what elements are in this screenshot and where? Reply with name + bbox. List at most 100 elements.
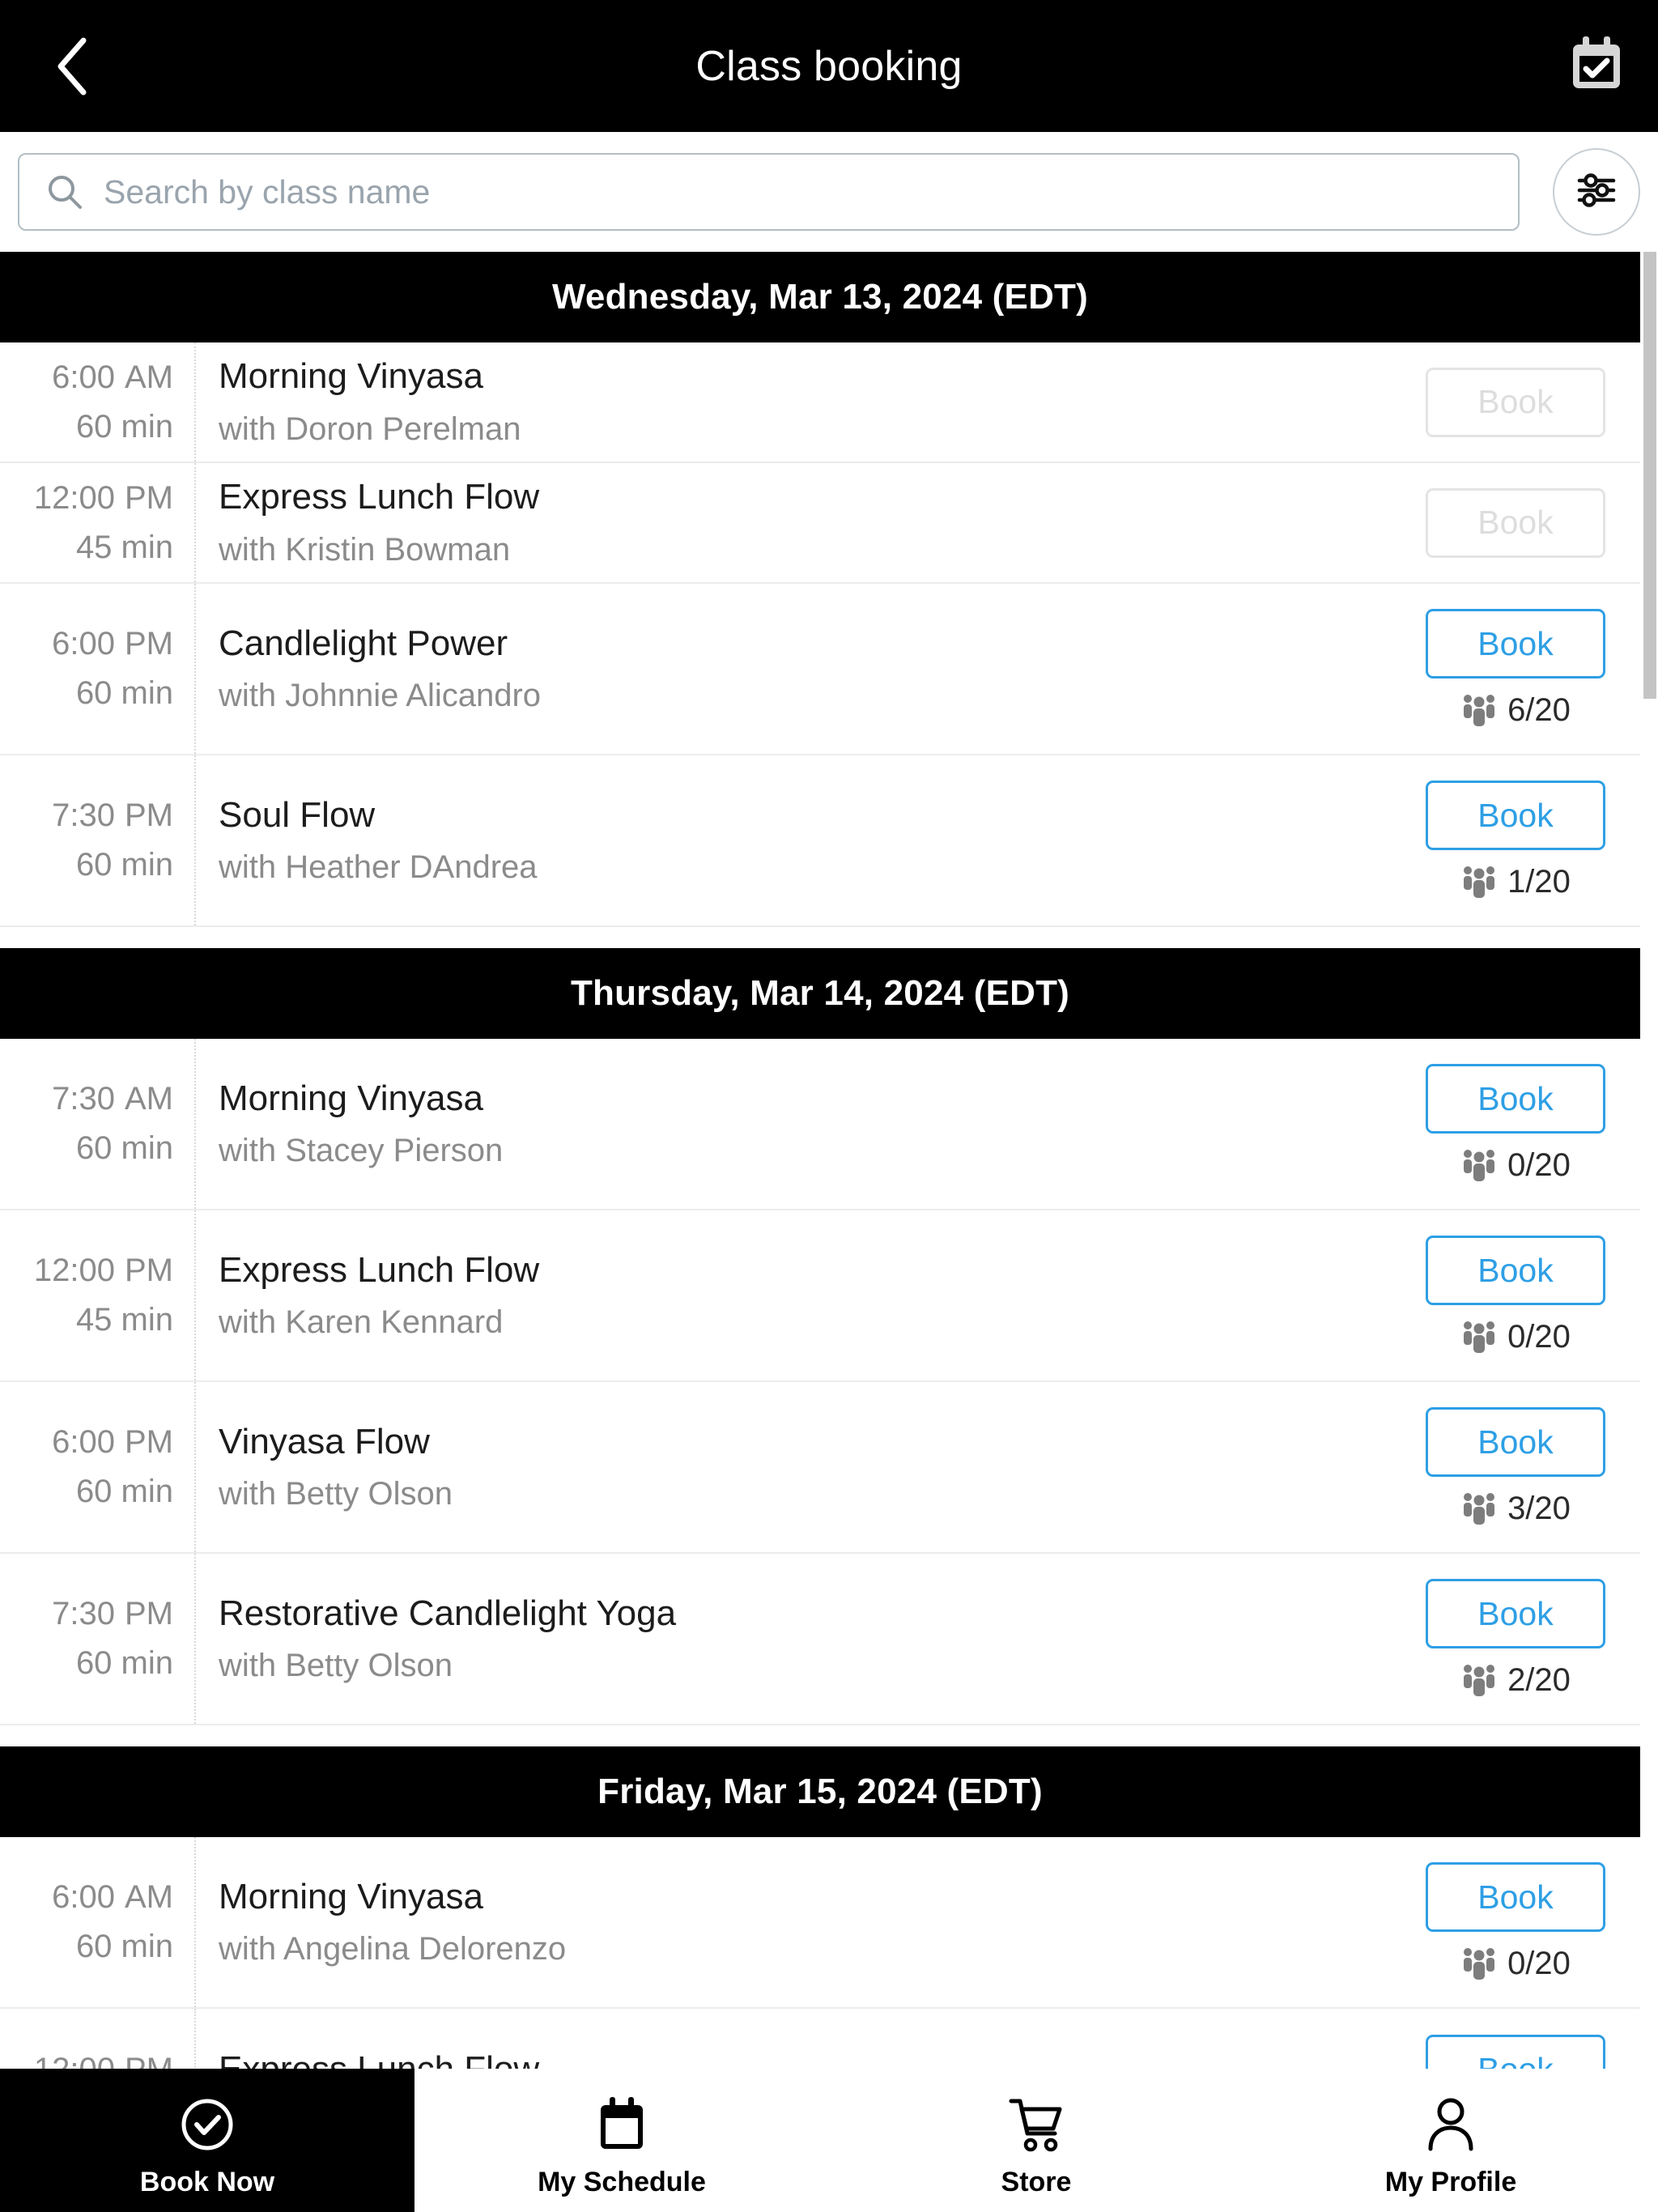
class-info-column: Soul Flow with Heather DAndrea bbox=[196, 755, 1397, 925]
class-capacity-value: 3/20 bbox=[1507, 1490, 1571, 1526]
class-name: Express Lunch Flow bbox=[219, 2049, 1397, 2069]
class-time-meridiem: AM bbox=[125, 359, 173, 395]
nav-item-label: My Schedule bbox=[538, 2166, 706, 2197]
class-action-column: Book 0/20 bbox=[1397, 1039, 1640, 1209]
class-row[interactable]: 7:30 AM 60 min Morning Vinyasa with Stacey P… bbox=[0, 1039, 1640, 1210]
class-duration: 60 min bbox=[75, 1130, 173, 1166]
nav-item-label: My Profile bbox=[1384, 2166, 1517, 2197]
scrollbar-track[interactable] bbox=[1642, 252, 1658, 2069]
class-action-column: Book 0/20 bbox=[1397, 1837, 1640, 2007]
class-time: 7:30 PM bbox=[52, 798, 173, 834]
class-time-meridiem: PM bbox=[125, 2052, 173, 2069]
day-header: Friday, Mar 15, 2024 (EDT) bbox=[0, 1746, 1640, 1837]
book-button[interactable]: Book bbox=[1426, 1862, 1605, 1932]
search-icon bbox=[45, 172, 84, 211]
class-name: Express Lunch Flow bbox=[219, 1249, 540, 1290]
class-time: 12:00 PM bbox=[34, 2052, 173, 2069]
class-info-column: Morning Vinyasa with Stacey Pierson bbox=[196, 1039, 1397, 1209]
class-name: Candlelight Power bbox=[219, 623, 508, 663]
class-row[interactable]: 7:30 PM 60 min Restorative Candlelight Yoga… bbox=[0, 1554, 1640, 1725]
people-group-icon bbox=[1460, 863, 1498, 900]
class-time-value: 6:00 bbox=[52, 1424, 115, 1460]
class-instructor: with Heather DAndrea bbox=[219, 849, 538, 886]
class-instructor: with Angelina Delorenzo bbox=[219, 1931, 567, 1967]
class-capacity: 6/20 bbox=[1460, 691, 1571, 729]
class-capacity: 0/20 bbox=[1460, 1945, 1571, 1982]
calendar-check-button[interactable] bbox=[1558, 28, 1635, 105]
class-capacity: 3/20 bbox=[1460, 1490, 1571, 1527]
class-duration: 60 min bbox=[75, 408, 173, 445]
book-button[interactable]: Book bbox=[1426, 1064, 1605, 1134]
class-time-column: 6:00 AM 60 min bbox=[0, 1837, 196, 2007]
class-row[interactable]: 6:00 AM 60 min Morning Vinyasa with Doron Pe… bbox=[0, 342, 1640, 463]
book-button[interactable]: Book bbox=[1426, 1236, 1605, 1305]
class-time: 12:00 PM bbox=[34, 1253, 173, 1289]
day-gap bbox=[0, 1725, 1640, 1746]
class-name: Restorative Candlelight Yoga bbox=[219, 1593, 677, 1633]
class-instructor: with Kristin Bowman bbox=[219, 531, 511, 568]
book-button[interactable]: Book bbox=[1426, 1407, 1605, 1477]
scrollbar-thumb[interactable] bbox=[1643, 252, 1656, 699]
class-duration: 60 min bbox=[75, 1929, 173, 1964]
class-row[interactable]: 12:00PM45 minExpress Lunch Flowwith Coll… bbox=[0, 2009, 1640, 2069]
class-name: Morning Vinyasa bbox=[219, 1876, 483, 1916]
class-instructor: with Betty Olson bbox=[219, 1648, 453, 1684]
nav-item-my-profile[interactable]: My Profile bbox=[1244, 2069, 1658, 2212]
class-capacity-value: 1/20 bbox=[1507, 863, 1571, 900]
class-time: 6:00 PM bbox=[52, 1424, 173, 1461]
people-group-icon bbox=[1460, 1945, 1498, 1982]
search-input[interactable]: Search by class name bbox=[18, 153, 1520, 231]
class-time-value: 12:00 bbox=[33, 1253, 115, 1288]
nav-item-my-schedule[interactable]: My Schedule bbox=[414, 2069, 829, 2212]
people-group-icon bbox=[1460, 1490, 1498, 1527]
class-capacity-value: 2/20 bbox=[1507, 1661, 1571, 1698]
book-button[interactable]: Book bbox=[1426, 609, 1605, 678]
class-info-column: Morning Vinyasa with Angelina Delorenzo bbox=[196, 1837, 1397, 2007]
class-instructor: with Johnnie Alicandro bbox=[219, 678, 542, 714]
class-time-column: 6:00 PM 60 min bbox=[0, 584, 196, 754]
class-name: Morning Vinyasa bbox=[219, 356, 483, 397]
class-row[interactable]: 6:00 AM 60 min Morning Vinyasa with Angelina… bbox=[0, 1837, 1640, 2009]
class-time-column: 12:00 PM 45 min bbox=[0, 463, 196, 582]
class-time-meridiem: PM bbox=[125, 479, 173, 516]
class-time-column: 7:30 PM 60 min bbox=[0, 1554, 196, 1724]
class-action-column: Book 0/20 bbox=[1397, 1210, 1640, 1380]
filter-button[interactable] bbox=[1553, 148, 1640, 236]
filter-sliders-icon bbox=[1575, 168, 1618, 216]
class-action-column: Book bbox=[1397, 463, 1640, 582]
class-row[interactable]: 7:30 PM 60 min Soul Flow with Heather DAndre… bbox=[0, 755, 1640, 927]
class-time: 6:00 PM bbox=[52, 626, 173, 662]
class-info-column: Express Lunch Flow with Karen Kennard bbox=[196, 1210, 1397, 1380]
day-gap bbox=[0, 927, 1640, 948]
book-button: Book bbox=[1426, 367, 1605, 437]
class-row[interactable]: 6:00 PM 60 min Vinyasa Flow with Betty Olson… bbox=[0, 1382, 1640, 1554]
class-time-meridiem: AM bbox=[125, 1081, 173, 1117]
book-button[interactable]: Book bbox=[1426, 781, 1605, 850]
class-row[interactable]: 6:00 PM 60 min Candlelight Power with Johnni… bbox=[0, 584, 1640, 755]
nav-item-book-now[interactable]: Book Now bbox=[0, 2069, 414, 2212]
class-duration: 60 min bbox=[75, 1474, 173, 1509]
people-group-icon bbox=[1460, 1318, 1498, 1355]
book-button[interactable]: Book bbox=[1426, 1579, 1605, 1648]
class-info-column: Express Lunch Flow with Kristin Bowman bbox=[196, 463, 1397, 582]
class-info-column: Restorative Candlelight Yoga with Betty O… bbox=[196, 1554, 1397, 1724]
class-row[interactable]: 12:00 PM 45 min Express Lunch Flow with Kare… bbox=[0, 1210, 1640, 1382]
class-info-column: Express Lunch Flowwith Colleen Ernst bbox=[196, 2009, 1397, 2069]
class-info-column: Candlelight Power with Johnnie Alicandro bbox=[196, 584, 1397, 754]
class-capacity-value: 6/20 bbox=[1507, 691, 1571, 728]
class-row[interactable]: 12:00 PM 45 min Express Lunch Flow with Kris… bbox=[0, 463, 1640, 584]
schedule-scroll-area[interactable]: Wednesday, Mar 13, 2024 (EDT) 6:00 AM 60 mi… bbox=[0, 252, 1658, 2069]
class-capacity-value: 0/20 bbox=[1507, 1146, 1571, 1183]
class-time: 6:00 AM bbox=[52, 359, 173, 396]
class-time-value: 6:00 bbox=[52, 626, 115, 661]
people-group-icon bbox=[1460, 1661, 1498, 1699]
class-time: 12:00 PM bbox=[34, 480, 173, 517]
nav-item-store[interactable]: Store bbox=[829, 2069, 1244, 2212]
bottom-navigation: Book Now My Schedule Store My Profile bbox=[0, 2069, 1658, 2212]
class-duration: 60 min bbox=[75, 847, 173, 883]
book-button[interactable]: Book bbox=[1426, 2035, 1605, 2069]
app-header: Class booking bbox=[0, 0, 1658, 132]
class-time-value: 7:30 bbox=[52, 798, 115, 833]
class-time-value: 12:00 bbox=[34, 2052, 115, 2069]
class-time-meridiem: PM bbox=[125, 626, 173, 661]
